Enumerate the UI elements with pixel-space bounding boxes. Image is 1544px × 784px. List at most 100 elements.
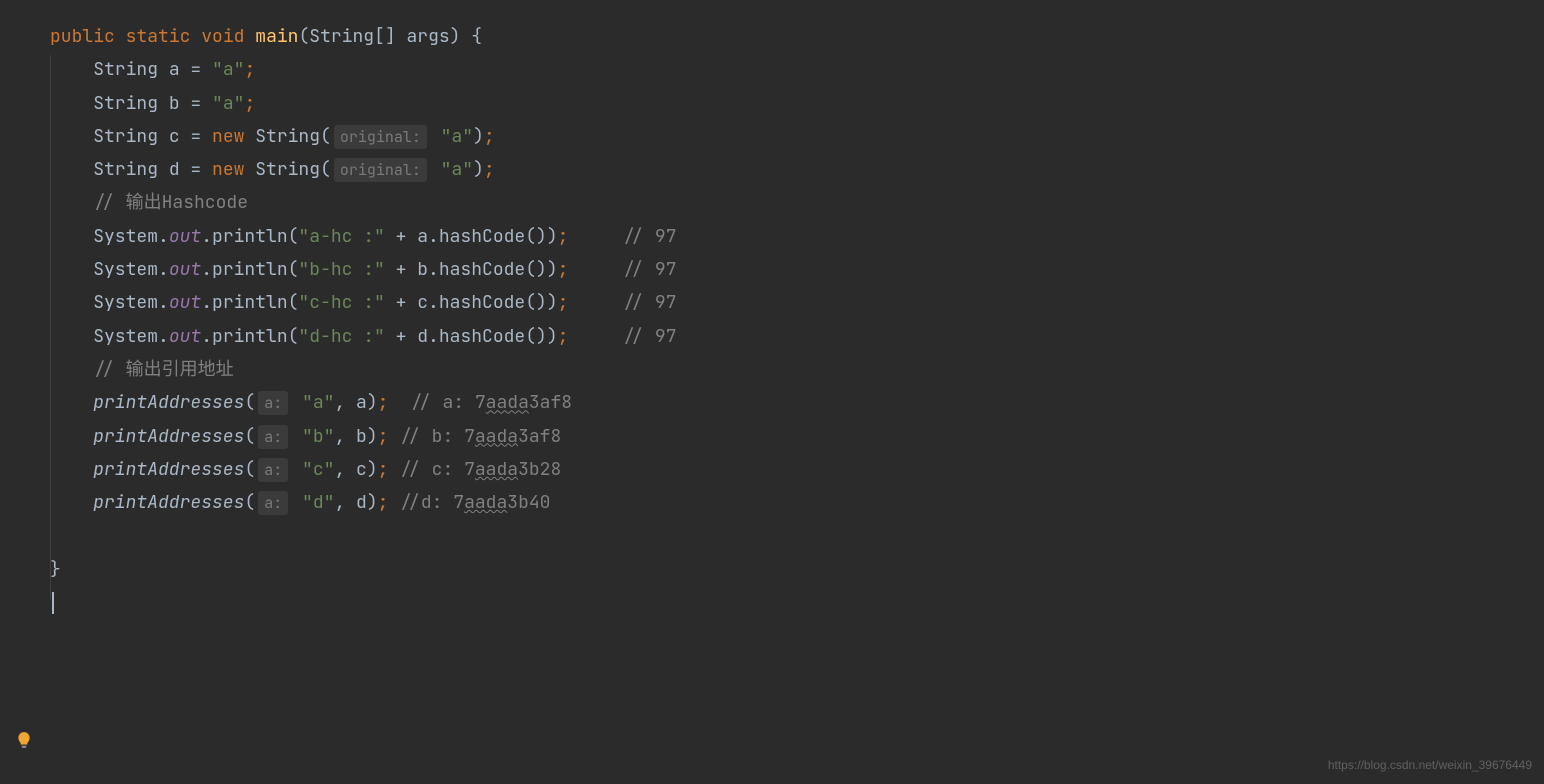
string-literal: "a" (441, 158, 473, 181)
keyword-public: public (50, 25, 115, 48)
expr: + d.hashCode()) (385, 325, 558, 348)
print-addresses-call: printAddresses (93, 391, 244, 414)
print-addresses-call: printAddresses (93, 491, 244, 514)
expr: + a.hashCode()) (385, 225, 558, 248)
code-line[interactable]: String d = new String(original: "a"); (50, 153, 1544, 186)
code-line[interactable]: String a = "a"; (50, 53, 1544, 86)
close-paren: ) (473, 125, 484, 148)
println-call: .println( (201, 325, 298, 348)
watermark: https://blog.csdn.net/weixin_39676449 (1328, 754, 1532, 776)
ctor-call: String( (244, 125, 330, 148)
type-string: String (93, 158, 158, 181)
string-literal: "a" (302, 391, 334, 414)
lightbulb-icon[interactable] (15, 731, 33, 749)
string-literal: "c" (302, 458, 334, 481)
close-brace: } (50, 558, 61, 581)
type-string: String (93, 125, 158, 148)
assign: = (190, 58, 212, 81)
open-paren: ( (244, 458, 255, 481)
string-literal: "d" (302, 491, 334, 514)
semicolon: ; (558, 325, 569, 348)
args: , c) (334, 458, 377, 481)
method-main: main (255, 25, 298, 48)
code-line[interactable]: printAddresses(a: "c", c); // c: 7aada3b… (50, 453, 1544, 486)
code-line[interactable]: // 输出引用地址 (50, 353, 1544, 386)
comment: // 97 (568, 291, 676, 314)
type-string: String (93, 58, 158, 81)
param-hint: original: (334, 125, 427, 149)
code-line[interactable]: System.out.println("c-hc :" + c.hashCode… (50, 286, 1544, 319)
args: , d) (334, 491, 377, 514)
string-literal: "b-hc :" (298, 258, 384, 281)
code-line[interactable]: String b = "a"; (50, 87, 1544, 120)
code-line[interactable]: printAddresses(a: "a", a); // a: 7aada3a… (50, 386, 1544, 419)
open-paren: ( (244, 491, 255, 514)
code-line[interactable]: System.out.println("d-hc :" + d.hashCode… (50, 320, 1544, 353)
code-line[interactable]: // 输出Hashcode (50, 186, 1544, 219)
keyword-new: new (212, 158, 244, 181)
comment: // b: 7aada3af8 (388, 425, 561, 448)
system-class: System. (93, 225, 169, 248)
comment: //d: 7aada3b40 (388, 491, 550, 514)
comment: // 输出Hashcode (93, 191, 248, 214)
out-field: out (169, 325, 201, 348)
semicolon: ; (558, 225, 569, 248)
system-class: System. (93, 258, 169, 281)
param-hint: a: (258, 491, 288, 515)
code-line[interactable]: printAddresses(a: "d", d); //d: 7aada3b4… (50, 486, 1544, 519)
code-line[interactable]: printAddresses(a: "b", b); // b: 7aada3a… (50, 420, 1544, 453)
code-editor[interactable]: public static void main(String[] args) {… (0, 0, 1544, 619)
semicolon: ; (244, 58, 255, 81)
string-literal: "a-hc :" (298, 225, 384, 248)
semicolon: ; (378, 491, 389, 514)
comment: // a: 7aada3af8 (388, 391, 572, 414)
string-literal: "a" (441, 125, 473, 148)
var-name: a (158, 58, 190, 81)
string-literal: "d-hc :" (298, 325, 384, 348)
out-field: out (169, 258, 201, 281)
string-literal: "a" (212, 58, 244, 81)
code-line[interactable]: String c = new String(original: "a"); (50, 120, 1544, 153)
ctor-call: String( (244, 158, 330, 181)
args: , a) (334, 391, 377, 414)
code-line[interactable] (50, 519, 1544, 552)
assign: = (190, 158, 212, 181)
params: (String[] args) { (298, 25, 482, 48)
keyword-new: new (212, 125, 244, 148)
code-line[interactable]: System.out.println("a-hc :" + a.hashCode… (50, 220, 1544, 253)
comment: // c: 7aada3b28 (388, 458, 561, 481)
comment: // 97 (568, 258, 676, 281)
string-literal: "b" (302, 425, 334, 448)
open-paren: ( (244, 425, 255, 448)
semicolon: ; (378, 425, 389, 448)
assign: = (190, 125, 212, 148)
code-line[interactable]: System.out.println("b-hc :" + b.hashCode… (50, 253, 1544, 286)
param-hint: original: (334, 158, 427, 182)
semicolon: ; (484, 125, 495, 148)
args: , b) (334, 425, 377, 448)
param-hint: a: (258, 425, 288, 449)
param-hint: a: (258, 391, 288, 415)
code-line[interactable]: public static void main(String[] args) { (50, 20, 1544, 53)
println-call: .println( (201, 258, 298, 281)
open-paren: ( (244, 391, 255, 414)
semicolon: ; (378, 458, 389, 481)
semicolon: ; (558, 258, 569, 281)
print-addresses-call: printAddresses (93, 458, 244, 481)
close-paren: ) (473, 158, 484, 181)
keyword-static: static (126, 25, 191, 48)
system-class: System. (93, 291, 169, 314)
out-field: out (169, 225, 201, 248)
string-literal: "a" (212, 92, 244, 115)
comment: // 97 (568, 325, 676, 348)
param-hint: a: (258, 458, 288, 482)
out-field: out (169, 291, 201, 314)
comment: // 输出引用地址 (93, 358, 233, 381)
semicolon: ; (558, 291, 569, 314)
semicolon: ; (484, 158, 495, 181)
var-name: d (158, 158, 190, 181)
print-addresses-call: printAddresses (93, 425, 244, 448)
code-line[interactable] (50, 586, 1544, 619)
text-caret (52, 592, 54, 614)
code-line[interactable]: } (50, 553, 1544, 586)
